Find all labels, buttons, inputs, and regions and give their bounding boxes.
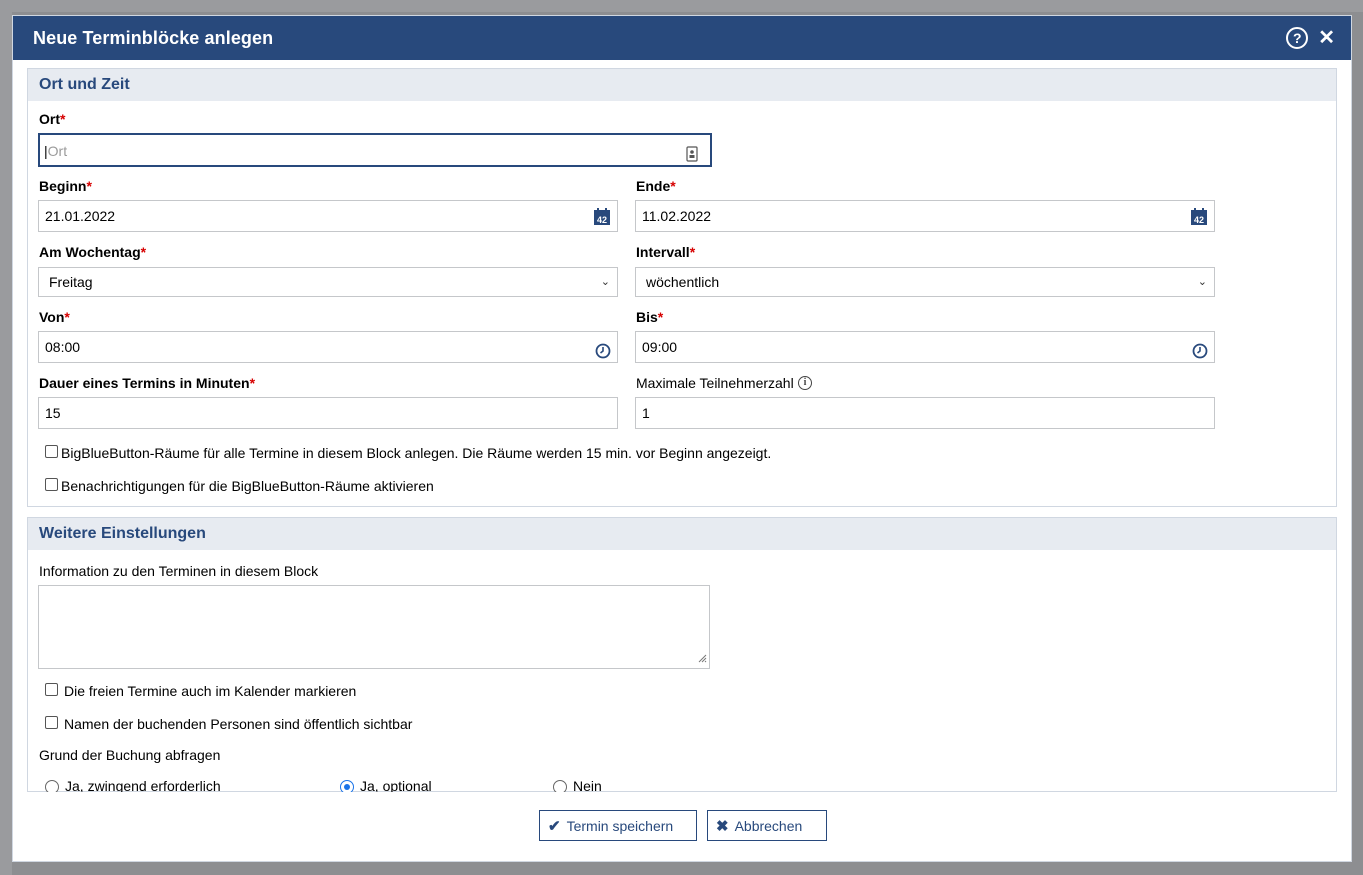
chevron-down-icon: ⌄ bbox=[600, 276, 610, 288]
dialog-title: Neue Terminblöcke anlegen bbox=[33, 27, 274, 48]
clock-icon[interactable] bbox=[1192, 339, 1208, 369]
fieldset-weitere-einstellungen: Weitere Einstellungen Information zu den… bbox=[27, 517, 1337, 792]
dialog-content: Ort und Zeit Ort* |Ort Beginn* 21.01.202… bbox=[27, 68, 1337, 792]
background-left bbox=[0, 0, 12, 875]
bis-label: Bis* bbox=[636, 309, 664, 325]
bbb-notify-label: Benachrichtigungen für die BigBlueButton… bbox=[61, 478, 434, 494]
ende-input[interactable]: 11.02.2022 42 bbox=[635, 200, 1215, 232]
info-textarea[interactable] bbox=[38, 585, 710, 669]
wochentag-select[interactable]: Freitag ⌄ bbox=[38, 267, 618, 297]
calendar-checkbox[interactable] bbox=[45, 683, 58, 696]
info-label: Information zu den Terminen in diesem Bl… bbox=[39, 563, 319, 579]
intervall-select[interactable]: wöchentlich ⌄ bbox=[635, 267, 1215, 297]
bbb-rooms-checkbox[interactable] bbox=[45, 445, 58, 458]
reason-option-label: Ja, zwingend erforderlich bbox=[65, 778, 221, 792]
von-input[interactable]: 08:00 bbox=[38, 331, 618, 363]
teilnehmer-input[interactable]: 1 bbox=[635, 397, 1215, 429]
section-legend: Weitere Einstellungen bbox=[28, 518, 1336, 550]
ort-label: Ort* bbox=[39, 111, 66, 127]
x-icon: ✖ bbox=[716, 817, 729, 835]
background-top bbox=[0, 0, 1363, 12]
reason-radio-required[interactable] bbox=[45, 780, 59, 792]
calendar-icon[interactable]: 42 bbox=[1190, 206, 1208, 236]
beginn-input[interactable]: 21.01.2022 42 bbox=[38, 200, 618, 232]
intervall-label: Intervall* bbox=[636, 244, 696, 260]
dauer-input[interactable]: 15 bbox=[38, 397, 618, 429]
fieldset-ort-und-zeit: Ort und Zeit Ort* |Ort Beginn* 21.01.202… bbox=[27, 68, 1337, 507]
svg-text:42: 42 bbox=[597, 215, 607, 225]
calendar-label: Die freien Termine auch im Kalender mark… bbox=[64, 683, 357, 699]
names-public-label: Namen der buchenden Personen sind öffent… bbox=[64, 716, 413, 732]
dauer-label: Dauer eines Termins in Minuten* bbox=[39, 375, 256, 391]
von-label: Von* bbox=[39, 309, 70, 325]
names-public-checkbox[interactable] bbox=[45, 716, 58, 729]
reason-option-label: Nein bbox=[573, 778, 602, 792]
section-legend: Ort und Zeit bbox=[28, 69, 1336, 101]
help-circle-icon[interactable]: ? bbox=[1286, 27, 1309, 49]
bbb-notify-checkbox[interactable] bbox=[45, 478, 58, 491]
close-icon[interactable]: ✕ bbox=[1318, 28, 1335, 48]
beginn-label: Beginn* bbox=[39, 178, 92, 194]
cancel-button[interactable]: ✖ Abbrechen bbox=[707, 810, 827, 841]
reason-radio-optional[interactable] bbox=[340, 780, 354, 792]
chevron-down-icon: ⌄ bbox=[1197, 276, 1207, 288]
address-book-icon[interactable] bbox=[686, 142, 698, 172]
teilnehmer-label: Maximale Teilnehmerzahl bbox=[636, 375, 794, 391]
dialog: Neue Terminblöcke anlegen ? ✕ Ort und Ze… bbox=[12, 15, 1352, 862]
reason-option-label: Ja, optional bbox=[360, 778, 432, 792]
reason-radio-no[interactable] bbox=[553, 780, 567, 792]
wochentag-label: Am Wochentag* bbox=[39, 244, 147, 260]
calendar-icon[interactable]: 42 bbox=[593, 206, 611, 236]
check-icon: ✔ bbox=[548, 817, 561, 835]
resize-grip-icon[interactable] bbox=[697, 650, 707, 666]
info-icon[interactable]: i bbox=[798, 376, 812, 390]
bis-input[interactable]: 09:00 bbox=[635, 331, 1215, 363]
bbb-rooms-label: BigBlueButton-Räume für alle Termine in … bbox=[61, 445, 772, 461]
ende-label: Ende* bbox=[636, 178, 676, 194]
save-button[interactable]: ✔ Termin speichern bbox=[539, 810, 697, 841]
clock-icon[interactable] bbox=[595, 339, 611, 369]
reason-label: Grund der Buchung abfragen bbox=[39, 747, 221, 763]
svg-text:42: 42 bbox=[1194, 215, 1204, 225]
dialog-footer: ✔ Termin speichern ✖ Abbrechen bbox=[13, 796, 1353, 863]
ort-input[interactable]: |Ort bbox=[38, 133, 712, 167]
dialog-titlebar: Neue Terminblöcke anlegen ? ✕ bbox=[13, 16, 1351, 60]
